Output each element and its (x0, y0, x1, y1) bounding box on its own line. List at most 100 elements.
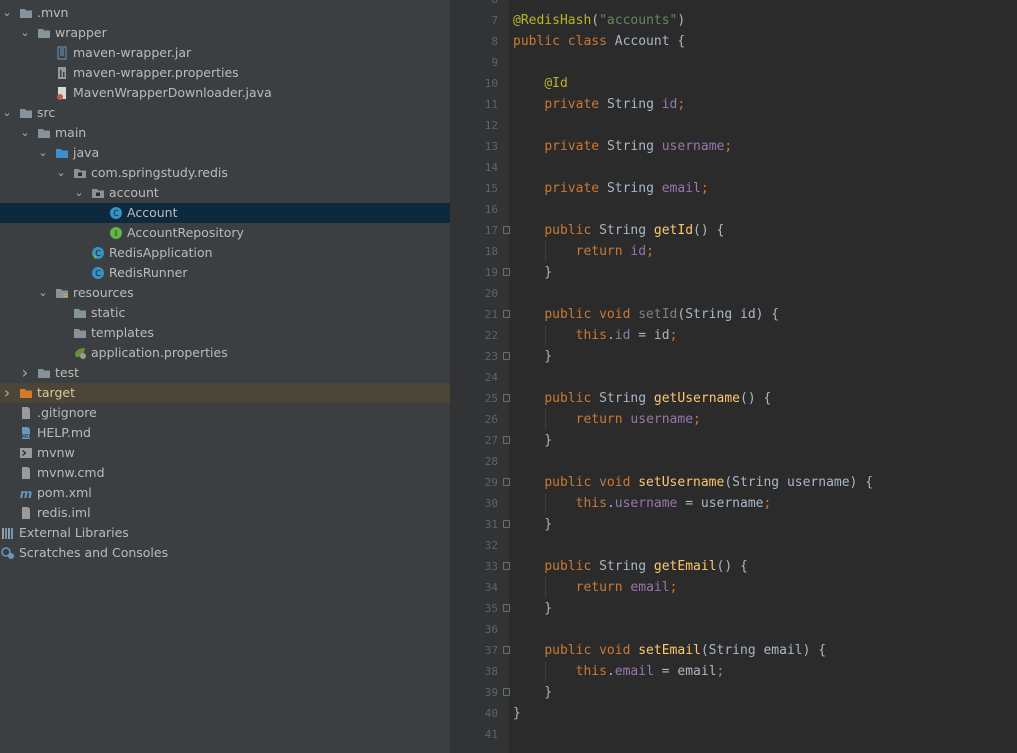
code-line[interactable]: 32 (451, 535, 1017, 556)
code-line[interactable]: 29 public void setUsername(String userna… (451, 472, 1017, 493)
code-line[interactable]: 14 (451, 157, 1017, 178)
code-line[interactable]: 39 } (451, 682, 1017, 703)
project-tree-panel[interactable]: ⌄ .mvn ⌄ wrapper maven-wrapper.jar maven-wrap… (0, 0, 450, 753)
tree-item-target[interactable]: › target (0, 383, 450, 403)
code-token: String (599, 559, 654, 574)
fold-marker-icon[interactable] (503, 310, 510, 318)
code-line[interactable]: 21 public void setId(String id) { (451, 304, 1017, 325)
line-number: 36 (484, 623, 498, 636)
tree-item-redisrunner[interactable]: C RedisRunner (0, 263, 450, 283)
code-editor[interactable]: 6 7 @RedisHash("accounts") 8 public class Ac… (451, 0, 1017, 753)
code-text: public class Account { (513, 31, 685, 52)
fold-marker-icon[interactable] (503, 646, 510, 654)
code-line[interactable]: 27 } (451, 430, 1017, 451)
fold-marker-icon[interactable] (503, 268, 510, 276)
code-line[interactable]: 34 return email; (451, 577, 1017, 598)
code-line[interactable]: 16 (451, 199, 1017, 220)
code-line[interactable]: 35 } (451, 598, 1017, 619)
code-line[interactable]: 40} (451, 703, 1017, 724)
fold-marker-icon[interactable] (503, 688, 510, 696)
fold-marker-icon[interactable] (503, 226, 510, 234)
code-line[interactable]: 24 (451, 367, 1017, 388)
chevron-down-icon[interactable]: ⌄ (20, 23, 30, 43)
tree-item-pom-xml[interactable]: m pom.xml (0, 483, 450, 503)
code-token: this (575, 664, 607, 679)
chevron-down-icon[interactable]: ⌄ (56, 163, 66, 183)
tree-item-src[interactable]: ⌄ src (0, 103, 450, 123)
fold-marker-icon[interactable] (503, 352, 510, 360)
code-line[interactable]: 8 public class Account { (451, 31, 1017, 52)
chevron-down-icon[interactable]: ⌄ (38, 283, 48, 303)
fold-marker-icon[interactable] (503, 394, 510, 402)
tree-item-templates[interactable]: templates (0, 323, 450, 343)
tree-item-label: HELP.md (37, 425, 91, 440)
code-line[interactable]: 7 @RedisHash("accounts") (451, 10, 1017, 31)
tree-item-account[interactable]: C Account (0, 203, 450, 223)
tree-item-redis-iml[interactable]: redis.iml (0, 503, 450, 523)
chevron-down-icon[interactable]: ⌄ (74, 183, 84, 203)
fold-marker-icon[interactable] (503, 478, 510, 486)
code-line[interactable]: 25 public String getUsername() { (451, 388, 1017, 409)
svg-text:m: m (20, 487, 33, 500)
code-line[interactable]: 33 public String getEmail() { (451, 556, 1017, 577)
fold-marker-icon[interactable] (503, 520, 510, 528)
tree-item-mvn[interactable]: ⌄ .mvn (0, 3, 450, 23)
code-line[interactable]: 31 } (451, 514, 1017, 535)
tree-item-external-libraries[interactable]: External Libraries (0, 523, 450, 543)
code-line[interactable]: 13 private String username; (451, 136, 1017, 157)
tree-item-wrapper[interactable]: ⌄ wrapper (0, 23, 450, 43)
code-line[interactable]: 22 this.id = id; (451, 325, 1017, 346)
tree-item-mvnw-cmd[interactable]: mvnw.cmd (0, 463, 450, 483)
tree-item-static[interactable]: static (0, 303, 450, 323)
tree-item-account[interactable]: ⌄ account (0, 183, 450, 203)
code-line[interactable]: 17 public String getId() { (451, 220, 1017, 241)
code-text: private String username; (513, 136, 732, 157)
fold-marker-icon[interactable] (503, 562, 510, 570)
code-line[interactable]: 6 (451, 0, 1017, 10)
code-line[interactable]: 30 this.username = username; (451, 493, 1017, 514)
code-text: this.email = email; (513, 661, 725, 682)
chevron-down-icon[interactable]: ⌄ (2, 3, 12, 23)
code-line[interactable]: 20 (451, 283, 1017, 304)
code-line[interactable]: 19 } (451, 262, 1017, 283)
chevron-down-icon[interactable]: ⌄ (38, 143, 48, 163)
code-line[interactable]: 10 @Id (451, 73, 1017, 94)
code-line[interactable]: 36 (451, 619, 1017, 640)
chevron-right-icon[interactable]: › (2, 383, 12, 403)
code-line[interactable]: 37 public void setEmail(String email) { (451, 640, 1017, 661)
tree-item-main[interactable]: ⌄ main (0, 123, 450, 143)
fold-marker-icon[interactable] (503, 604, 510, 612)
code-line[interactable]: 26 return username; (451, 409, 1017, 430)
tree-item-mvnw[interactable]: mvnw (0, 443, 450, 463)
code-line[interactable]: 11 private String id; (451, 94, 1017, 115)
code-line[interactable]: 28 (451, 451, 1017, 472)
tree-item-accountrepository[interactable]: I AccountRepository (0, 223, 450, 243)
tree-item-help-md[interactable]: MD HELP.md (0, 423, 450, 443)
code-line[interactable]: 23 } (451, 346, 1017, 367)
tree-item-redisapplication[interactable]: C RedisApplication (0, 243, 450, 263)
tree-item-java[interactable]: ⌄ java (0, 143, 450, 163)
tree-item-maven-wrapper-properties[interactable]: maven-wrapper.properties (0, 63, 450, 83)
code-line[interactable]: 38 this.email = email; (451, 661, 1017, 682)
tree-item-mavenwrapperdownloader-java[interactable]: MavenWrapperDownloader.java (0, 83, 450, 103)
code-line[interactable]: 15 private String email; (451, 178, 1017, 199)
chevron-right-icon[interactable]: › (20, 363, 30, 383)
code-line[interactable]: 41 (451, 724, 1017, 745)
tree-item-resources[interactable]: ⌄ resources (0, 283, 450, 303)
line-number: 18 (484, 245, 498, 258)
tree-item-com-springstudy-redis[interactable]: ⌄ com.springstudy.redis (0, 163, 450, 183)
tree-item-gitignore[interactable]: .gitignore (0, 403, 450, 423)
chevron-down-icon[interactable]: ⌄ (2, 103, 12, 123)
tree-item-scratches-and-consoles[interactable]: Scratches and Consoles (0, 543, 450, 563)
code-token: "accounts" (599, 13, 678, 28)
tree-item-test[interactable]: › test (0, 363, 450, 383)
maven-icon: m (19, 486, 33, 500)
chevron-down-icon[interactable]: ⌄ (20, 123, 30, 143)
tree-item-label: Account (127, 205, 178, 220)
tree-item-application-properties[interactable]: application.properties (0, 343, 450, 363)
code-line[interactable]: 9 (451, 52, 1017, 73)
fold-marker-icon[interactable] (503, 436, 510, 444)
code-line[interactable]: 12 (451, 115, 1017, 136)
code-line[interactable]: 18 return id; (451, 241, 1017, 262)
tree-item-maven-wrapper-jar[interactable]: maven-wrapper.jar (0, 43, 450, 63)
